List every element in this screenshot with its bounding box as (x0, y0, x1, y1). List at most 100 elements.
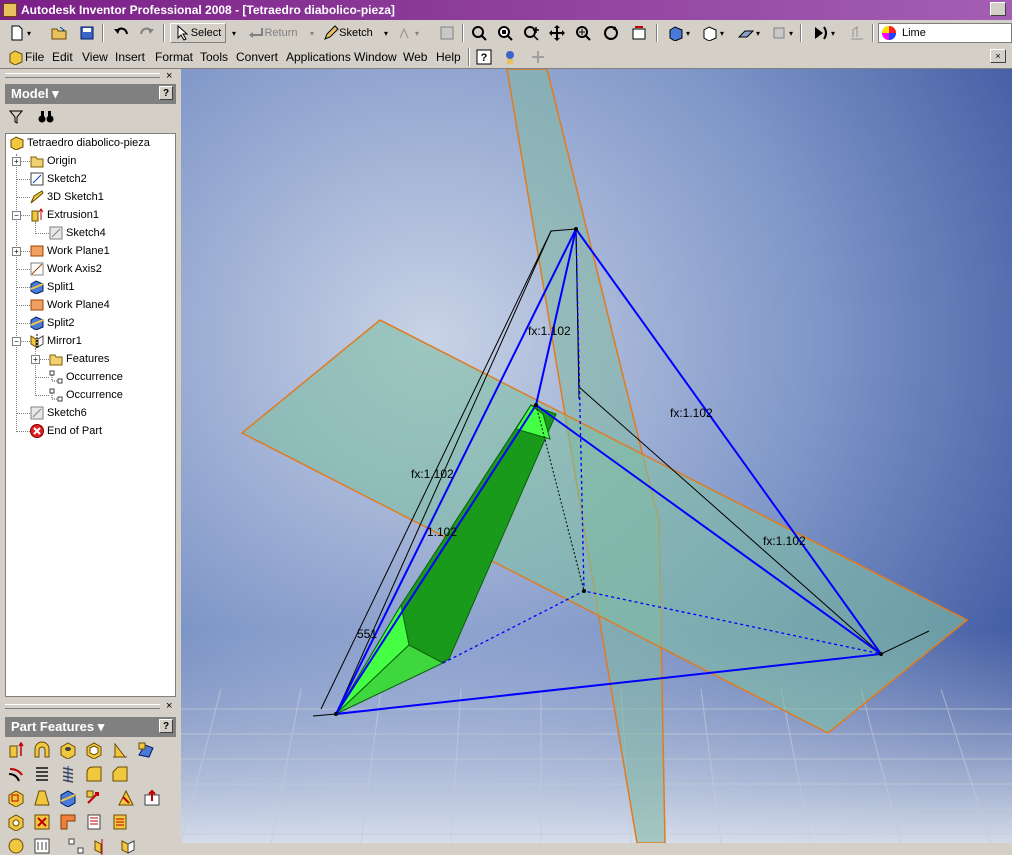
zoom-all-button[interactable] (468, 23, 490, 43)
app-icon[interactable] (3, 3, 17, 17)
pan-button[interactable] (546, 23, 568, 43)
expand-mirror1[interactable]: − (12, 337, 21, 346)
navigation-button[interactable]: ▾ (806, 23, 842, 43)
tree-item-work-axis2[interactable]: Work Axis2 (30, 261, 102, 277)
zoom-selected-button[interactable] (572, 23, 594, 43)
expand-features[interactable]: + (31, 355, 40, 364)
menu-view[interactable]: View (82, 50, 108, 64)
menu-edit[interactable]: Edit (52, 50, 73, 64)
work-axis-tool-icon[interactable] (7, 837, 25, 855)
camera-button[interactable]: ▾ (698, 23, 728, 43)
tree-item-sketch6[interactable]: Sketch6 (30, 405, 87, 421)
tree-item-split2[interactable]: Split2 (30, 315, 75, 331)
draft-icon[interactable] (33, 789, 51, 807)
analysis-button[interactable] (846, 23, 868, 43)
document-part-icon[interactable] (8, 49, 24, 65)
minimize-button[interactable] (990, 2, 1006, 16)
panel-close-icon[interactable]: × (166, 70, 172, 82)
rib-icon[interactable] (111, 741, 129, 759)
tree-item-occurrence-1[interactable]: Occurrence (49, 369, 123, 385)
chamfer-icon[interactable] (111, 765, 129, 783)
dimension-label-6[interactable]: 551 (357, 627, 377, 641)
panel-grip[interactable] (5, 73, 160, 78)
tree-item-split1[interactable]: Split1 (30, 279, 75, 295)
thread-icon[interactable] (59, 765, 77, 783)
part-features-help-icon[interactable]: ? (159, 719, 173, 733)
thicken-icon[interactable] (59, 813, 77, 831)
hole-icon[interactable] (59, 741, 77, 759)
dimension-label-2[interactable]: fx:1.102 (670, 406, 713, 420)
expand-origin[interactable]: + (12, 157, 21, 166)
menu-window[interactable]: Window (354, 50, 397, 64)
update-button[interactable]: ▾ (394, 23, 422, 43)
emboss-icon[interactable] (143, 789, 161, 807)
panel-grip-2[interactable] (5, 704, 160, 709)
color-style-select[interactable]: Lime (878, 23, 1012, 43)
select-dropdown[interactable]: ▾ (228, 23, 238, 43)
menu-insert[interactable]: Insert (115, 50, 145, 64)
loft-icon[interactable] (137, 741, 155, 759)
open-button[interactable] (48, 23, 70, 43)
shadow-button[interactable]: ▾ (732, 23, 766, 43)
tree-item-work-plane1[interactable]: Work Plane1 (30, 243, 110, 259)
return-button[interactable]: Return (242, 23, 304, 43)
look-at-face-button[interactable] (628, 23, 650, 43)
zoom-button[interactable] (520, 23, 542, 43)
select-button[interactable]: Select (170, 23, 226, 43)
find-binoculars-icon[interactable] (38, 110, 54, 124)
browser-header[interactable]: Model ▾ ? (5, 84, 176, 104)
sculpt-icon[interactable] (111, 813, 129, 831)
coil-icon[interactable] (33, 765, 51, 783)
help-topics-icon[interactable] (502, 49, 518, 65)
delete-face-icon[interactable] (33, 813, 51, 831)
rectangular-pattern-icon[interactable] (7, 813, 25, 831)
browser-help-icon[interactable]: ? (159, 86, 173, 100)
menu-format[interactable]: Format (155, 50, 193, 64)
tree-item-sketch4[interactable]: Sketch4 (49, 225, 106, 241)
return-dropdown[interactable]: ▾ (306, 23, 316, 43)
dimension-label-1[interactable]: fx:1.102 (528, 324, 571, 338)
tree-item-work-plane4[interactable]: Work Plane4 (30, 297, 110, 313)
save-button[interactable] (76, 23, 98, 43)
tree-item-part-root[interactable]: Tetraedro diabolico-pieza (10, 135, 150, 151)
tree-item-extrusion1[interactable]: Extrusion1 (30, 207, 99, 223)
whats-this-help-icon[interactable]: ? (476, 49, 492, 65)
filter-icon[interactable] (9, 110, 23, 124)
tree-item-features[interactable]: Features (49, 351, 109, 367)
look-at-button[interactable] (436, 23, 458, 43)
menu-tools[interactable]: Tools (200, 50, 228, 64)
sweep-icon[interactable] (7, 765, 25, 783)
display-mode-button[interactable]: ▾ (662, 23, 696, 43)
part-features-header[interactable]: Part Features ▾ ? (5, 717, 176, 737)
shell-icon[interactable] (85, 741, 103, 759)
dimension-label-4[interactable]: fx:1.102 (763, 534, 806, 548)
replace-face-icon[interactable] (117, 789, 135, 807)
mirror-tool-icon[interactable] (93, 837, 111, 855)
tree-item-origin[interactable]: Origin (30, 153, 76, 169)
work-plane-tool-icon[interactable] (7, 789, 25, 807)
tree-item-sketch2[interactable]: Sketch2 (30, 171, 87, 187)
circular-pattern-icon[interactable] (119, 837, 137, 855)
ucs-icon[interactable] (67, 837, 85, 855)
sketch-dropdown[interactable]: ▾ (380, 23, 390, 43)
work-point-tool-icon[interactable] (33, 837, 51, 855)
menu-web[interactable]: Web (403, 50, 427, 64)
menu-applications[interactable]: Applications (286, 50, 351, 64)
expand-extrusion1[interactable]: − (12, 211, 21, 220)
split-tool-icon[interactable] (59, 789, 77, 807)
tree-item-occurrence-2[interactable]: Occurrence (49, 387, 123, 403)
fillet-icon[interactable] (85, 765, 103, 783)
revolve-icon[interactable] (33, 741, 51, 759)
undo-button[interactable] (110, 23, 132, 43)
new-button[interactable]: ▾ (8, 23, 32, 43)
move-face-icon[interactable] (85, 789, 103, 807)
panel-close-icon-2[interactable]: × (166, 700, 172, 712)
redo-button[interactable] (136, 23, 158, 43)
menu-help[interactable]: Help (436, 50, 461, 64)
menu-file[interactable]: File (25, 50, 44, 64)
expand-work-plane1[interactable]: + (12, 247, 21, 256)
rotate-button[interactable] (600, 23, 622, 43)
decal-icon[interactable] (85, 813, 103, 831)
add-icon[interactable] (530, 49, 546, 65)
tree-item-end-of-part[interactable]: End of Part (30, 423, 102, 439)
